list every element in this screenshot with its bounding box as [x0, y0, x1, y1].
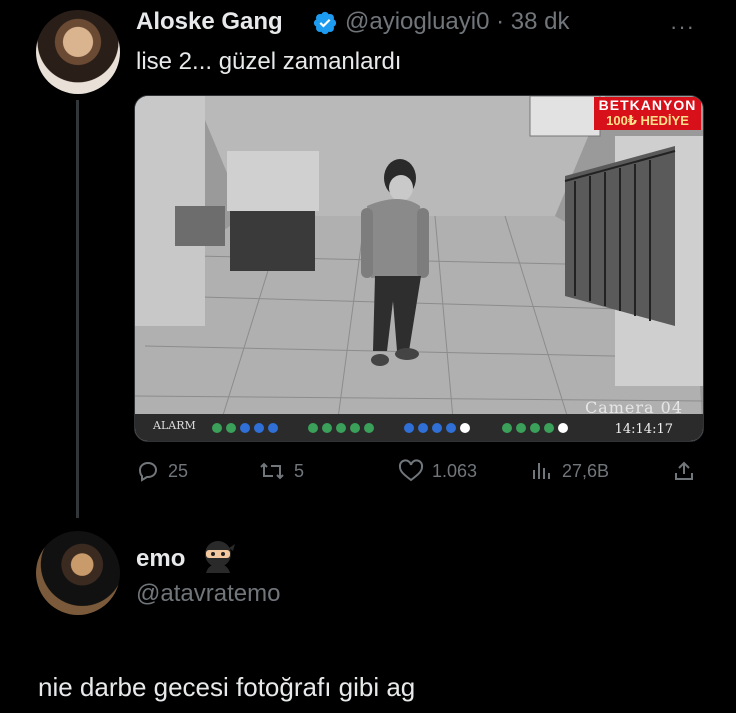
reply-button[interactable]: 25 [136, 456, 188, 486]
alarm-label: ALARM [153, 419, 196, 432]
reply-icon [138, 461, 158, 482]
reply-author-avatar[interactable] [36, 531, 120, 615]
author-handle[interactable]: @ayiogluayi0 · 38 dk [345, 8, 570, 36]
retweet-button[interactable]: 5 [258, 456, 304, 486]
views-chart-icon [533, 463, 550, 479]
promo-line1: BETKANYON [598, 97, 697, 113]
share-icon [675, 461, 693, 480]
camera-label: Camera 04 [584, 398, 683, 417]
views-button[interactable]: 27,6B [530, 456, 609, 486]
thread-line [76, 100, 79, 518]
reply-text: nie darbe gecesi fotoğrafı gibi ag [38, 672, 416, 702]
time-text[interactable]: · 38 dk [496, 8, 569, 35]
ninja-emoji-icon [205, 541, 235, 573]
reply-count: 25 [168, 460, 189, 481]
camera-timestamp: 14:14:17 [614, 422, 673, 437]
tweet-media-image[interactable]: BETKANYON 100₺ HEDİYE ALARM Camera 04 14… [134, 95, 704, 442]
retweet-count: 5 [294, 460, 305, 481]
promo-banner: BETKANYON 100₺ HEDİYE [594, 97, 701, 130]
reply-author-handle[interactable]: @atavratemo [136, 580, 280, 608]
retweet-icon [260, 462, 284, 480]
like-count: 1.063 [432, 460, 478, 481]
reply-author-name[interactable]: emo [136, 545, 185, 573]
author-name[interactable]: Aloske Gang [136, 8, 283, 36]
more-icon[interactable]: ··· [670, 14, 695, 40]
handle-text: @ayiogluayi0 [345, 8, 490, 35]
tweet-text: lise 2... güzel zamanlardı [136, 48, 402, 75]
heart-icon [398, 459, 424, 482]
verified-badge-icon [313, 11, 337, 35]
share-button[interactable] [672, 456, 696, 486]
like-button[interactable]: 1.063 [398, 456, 477, 486]
author-avatar[interactable] [36, 10, 120, 94]
cctv-scene [135, 96, 703, 441]
promo-line2: 100₺ HEDİYE [606, 113, 689, 128]
views-count: 27,6B [562, 460, 610, 481]
